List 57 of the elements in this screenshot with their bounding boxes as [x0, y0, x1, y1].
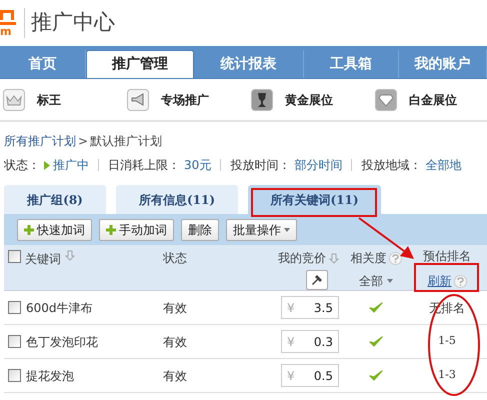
column-header: 状态: [163, 251, 187, 265]
status-cell: 有效: [163, 368, 187, 382]
plus-icon: [106, 224, 116, 234]
toolbar-button[interactable]: 手动加词: [99, 218, 174, 240]
status-value[interactable]: 全部地: [425, 156, 462, 174]
column-header[interactable]: 我的竞价: [278, 249, 326, 267]
subnav-link[interactable]: 专场推广: [161, 90, 209, 108]
hammer-icon: [311, 274, 323, 286]
toolbar-button[interactable]: 快速加词: [17, 218, 92, 240]
status-value[interactable]: 30元: [184, 156, 212, 174]
tab[interactable]: 所有关键词(11): [248, 185, 381, 214]
breadcrumb-link[interactable]: 所有推广计划: [4, 132, 76, 150]
checkbox[interactable]: [8, 250, 21, 263]
crown-icon: [3, 88, 25, 110]
caret-icon: [284, 228, 290, 232]
checkbox[interactable]: [8, 301, 21, 314]
rank-cell-text: 1-3: [438, 367, 456, 384]
keyword-cell-text: 色丁发泡印花: [26, 334, 98, 350]
column-header: 相关度: [350, 250, 386, 267]
megaphone-icon: [127, 88, 149, 110]
relevance-filter[interactable]: 全部: [359, 272, 393, 290]
keyword-cell-text: 600d牛津布: [26, 300, 93, 316]
checkbox[interactable]: [8, 335, 21, 348]
logo: m: [0, 10, 24, 36]
status-cell: 有效: [163, 334, 187, 348]
caret-icon: [387, 279, 393, 283]
toolbar-button[interactable]: 批量操作: [226, 218, 297, 240]
rank-cell-text: 1-5: [438, 333, 456, 350]
checkbox[interactable]: [8, 369, 21, 382]
status-label: 投放地域：: [361, 157, 422, 174]
tab[interactable]: 推广组(8): [4, 185, 106, 214]
status-value[interactable]: 部分时间: [294, 156, 342, 174]
subnav-link[interactable]: 标王: [37, 90, 61, 108]
nav-tab[interactable]: 推广管理: [86, 50, 194, 78]
trophy-icon: [251, 88, 273, 110]
status-label: 投放时间：: [230, 157, 290, 174]
hammer-button[interactable]: [306, 270, 328, 290]
bid-field[interactable]: ¥ 3.5: [281, 296, 339, 319]
column-header[interactable]: 关键词: [25, 250, 61, 268]
tab[interactable]: 所有信息(11): [116, 185, 238, 214]
status-cell: 有效: [163, 300, 187, 314]
status-value[interactable]: 推广中: [53, 156, 89, 174]
subnav-link[interactable]: 白金展位: [409, 90, 457, 108]
status-label: 状态：: [4, 157, 40, 174]
toolbar-button[interactable]: 删除: [181, 218, 219, 240]
play-icon: [44, 160, 50, 170]
page-title: 推广中心: [31, 9, 115, 36]
keyword-cell-text: 提花发泡: [26, 368, 74, 384]
breadcrumb-current: 默认推广计划: [90, 133, 162, 150]
annotation-box: [414, 263, 479, 292]
bid-field[interactable]: ¥ 0.3: [281, 330, 339, 353]
breadcrumb-separator: >: [78, 133, 88, 150]
column-header: 预估排名: [423, 248, 471, 265]
subnav-link[interactable]: 黄金展位: [285, 90, 333, 108]
status-label: 日消耗上限：: [108, 157, 180, 174]
bid-field[interactable]: ¥ 0.5: [281, 364, 339, 387]
plus-icon: [24, 224, 34, 234]
